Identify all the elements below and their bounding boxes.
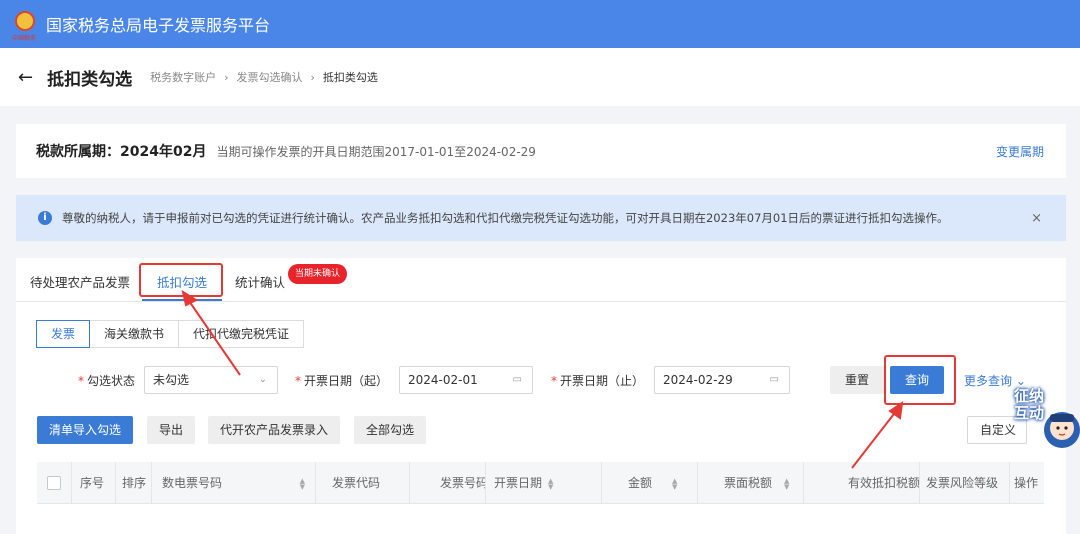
column-header-invoice-number: 发票号码 [410,462,486,504]
import-list-button[interactable]: 清单导入勾选 [37,416,134,444]
reset-button[interactable]: 重置 [830,366,884,394]
tax-period-panel: 税款所属期： 2024年02月 当期可操作发票的开具日期范围2017-01-01… [16,124,1066,178]
column-header-index: 序号 [72,462,116,504]
tax-emblem-icon: 中国税务 [12,9,38,42]
highlight-box-tab [139,263,223,297]
main-panel: 待处理农产品发票 抵扣勾选 统计确认 当期未确认 发票 海关缴款书 代扣代缴完税… [16,258,1066,534]
breadcrumb-current: 抵扣类勾选 [322,71,378,84]
calendar-icon: ▭ [769,374,779,385]
agri-invoice-entry-button[interactable]: 代开农产品发票录入 [208,416,341,444]
breadcrumb-item[interactable]: 发票勾选确认 [237,71,303,84]
tab-statistics-confirm[interactable]: 统计确认 [235,272,285,291]
calendar-icon: ▭ [512,374,522,385]
status-filter-label: * 勾选状态 [78,374,136,388]
column-header-digital-invoice-number[interactable]: 数电票号码 ▲ ▼ [152,462,316,504]
breadcrumb-separator-icon: › [310,71,315,84]
subtab-withholding-certificate[interactable]: 代扣代缴完税凭证 [178,320,305,348]
end-date-label: * 开票日期（止） [551,374,645,388]
tax-period-value: 2024年02月 [120,144,207,160]
end-date-input[interactable]: 2024-02-29 ▭ [654,366,790,394]
tab-pending-agri-invoices[interactable]: 待处理农产品发票 [30,272,130,291]
top-bar: 中国税务 国家税务总局电子发票服务平台 [0,0,1080,48]
notice-text: 尊敬的纳税人，请于申报前对已勾选的凭证进行统计确认。农产品业务抵扣勾选和代扣代缴… [62,211,949,225]
select-all-button[interactable]: 全部勾选 [354,416,427,444]
sort-icon[interactable]: ▲ ▼ [784,477,789,490]
page-header: ← 抵扣类勾选 税务数字账户 › 发票勾选确认 › 抵扣类勾选 [0,48,1080,106]
table-header: 序号 排序 数电票号码 ▲ ▼ 发票代码 发票号码 开票日期 ▲ ▼ 金额 ▲ ▼ 票面税额… [37,462,1044,504]
column-header-risk-level: 发票风险等级 [920,462,1010,504]
start-date-input[interactable]: 2024-02-01 ▭ [399,366,533,394]
breadcrumb-separator-icon: › [224,71,229,84]
column-header-order: 排序 [116,462,152,504]
end-date-value: 2024-02-29 [663,373,733,387]
status-select-value: 未勾选 [153,373,190,387]
select-all-checkbox[interactable] [47,476,61,490]
emblem-text: 中国税务 [12,35,37,42]
export-button[interactable]: 导出 [147,416,196,444]
status-select[interactable]: 未勾选 ⌄ [144,366,278,394]
status-badge: 当期未确认 [288,264,348,284]
column-header-amount[interactable]: 金额 ▲ ▼ [602,462,698,504]
page-title: 抵扣类勾选 [47,69,133,90]
sort-icon[interactable]: ▲ ▼ [548,477,553,490]
info-icon: i [38,211,52,225]
start-date-label: * 开票日期（起） [295,374,389,388]
subtab-customs-payment[interactable]: 海关缴款书 [89,320,180,348]
chevron-down-icon: ⌄ [258,374,267,385]
sort-icon[interactable]: ▲ ▼ [300,478,305,491]
document-type-tabs: 发票 海关缴款书 代扣代缴完税凭证 [36,320,305,348]
tax-period-label: 税款所属期： [36,144,120,160]
assistant-mascot[interactable]: 征纳互动 [1010,388,1080,460]
change-period-link[interactable]: 变更属期 [996,143,1044,160]
breadcrumb-item[interactable]: 税务数字账户 [150,71,216,84]
notice-banner: i 尊敬的纳税人，请于申报前对已勾选的凭证进行统计确认。农产品业务抵扣勾选和代扣… [16,195,1066,241]
close-icon[interactable]: × [1031,211,1042,226]
back-arrow-icon[interactable]: ← [18,67,33,88]
subtab-invoice[interactable]: 发票 [36,320,91,348]
column-header-invoice-code: 发票代码 [316,462,410,504]
column-header-issue-date[interactable]: 开票日期 ▲ ▼ [486,462,602,504]
active-tab-underline [142,299,222,301]
column-header-effective-deduction: 有效抵扣税额 [804,462,920,504]
chevron-down-icon: ⌄ [1015,374,1026,388]
mascot-label: 征纳互动 [1014,387,1045,422]
column-header-actions: 操作 [1014,476,1039,490]
breadcrumb: 税务数字账户 › 发票勾选确认 › 抵扣类勾选 [150,69,378,85]
date-range-text: 当期可操作发票的开具日期范围2017-01-01至2024-02-29 [216,144,536,159]
highlight-box-query [884,355,956,405]
sort-icon[interactable]: ▲ ▼ [672,477,677,490]
column-header-tax-amount[interactable]: 票面税额 ▲ ▼ [698,462,804,504]
platform-title: 国家税务总局电子发票服务平台 [46,16,271,35]
start-date-value: 2024-02-01 [408,373,478,387]
